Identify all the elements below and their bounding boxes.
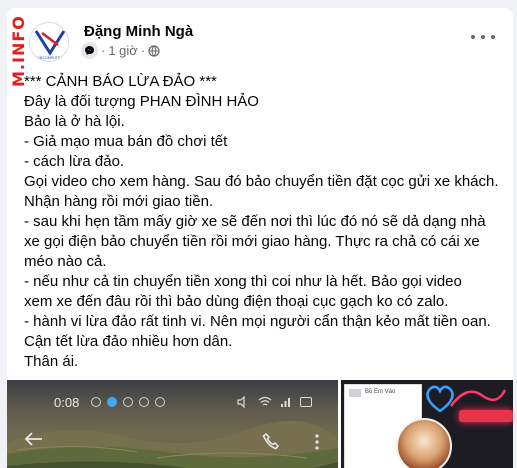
- status-app-icon: [123, 397, 133, 407]
- shop-thumbnail: [349, 389, 361, 397]
- status-app-icons: [91, 397, 165, 407]
- more-options-button[interactable]: [471, 30, 495, 44]
- mute-icon: [237, 396, 245, 408]
- post-meta: · 1 giờ ·: [81, 42, 160, 59]
- post-card: M.INFO VNCOMPUTER Đặng Minh Ngà · 1 giờ …: [7, 8, 513, 468]
- post-header: VNCOMPUTER Đặng Minh Ngà · 1 giờ ·: [7, 8, 513, 68]
- more-horizontal-icon: [471, 35, 475, 39]
- more-dot: [491, 35, 495, 39]
- neon-sign-bar: [459, 410, 513, 422]
- status-app-icon: [139, 397, 149, 407]
- status-app-icon: [107, 397, 117, 407]
- watermark-text: M.INFO: [9, 15, 28, 87]
- shop-profile-photo: [396, 418, 452, 468]
- separator-dot: ·: [140, 43, 146, 58]
- wifi-icon: [258, 396, 272, 406]
- shop-title: Bồ Em Vào: [365, 389, 396, 395]
- status-system-icons: [236, 396, 312, 408]
- post-text: *** CẢNH BÁO LỪA ĐẢO *** Đây là đối tượn…: [24, 73, 499, 370]
- more-dot: [481, 35, 485, 39]
- media-photo-left[interactable]: 0:08: [7, 380, 338, 468]
- author-name[interactable]: Đặng Minh Ngà: [84, 23, 193, 40]
- separator-dot: ·: [101, 43, 106, 58]
- phone-icon[interactable]: [262, 432, 280, 450]
- battery-icon: [300, 397, 312, 407]
- signal-icon: [281, 398, 290, 407]
- media-photo-right[interactable]: Bồ Em Vào: [341, 380, 513, 468]
- more-vertical-icon[interactable]: [314, 434, 320, 450]
- globe-icon: [148, 44, 160, 57]
- post-time[interactable]: 1 giờ: [108, 43, 138, 58]
- author-avatar[interactable]: VNCOMPUTER: [29, 22, 69, 62]
- messenger-badge-icon: [81, 42, 98, 59]
- neon-decoration-icon: [449, 389, 507, 407]
- status-time: 0:08: [54, 395, 80, 410]
- back-arrow-icon[interactable]: [25, 432, 43, 446]
- status-app-icon: [91, 397, 101, 407]
- phone-status-bar: 0:08: [7, 392, 338, 412]
- post-media[interactable]: 0:08 Bồ Em Vào: [7, 380, 513, 468]
- status-app-icon: [155, 397, 165, 407]
- avatar-logo-text: VNCOMPUTER: [37, 56, 63, 60]
- landscape-image: [7, 421, 338, 468]
- vncomputer-logo-icon: VNCOMPUTER: [30, 23, 68, 61]
